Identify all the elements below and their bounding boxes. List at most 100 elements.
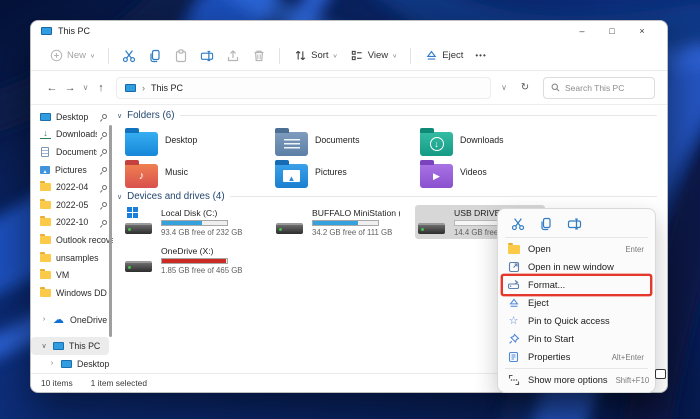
breadcrumb-chevron-icon: › — [142, 83, 145, 93]
cut-icon — [122, 49, 136, 63]
menu-item-pin-to-quick-access[interactable]: ☆ Pin to Quick access — [503, 312, 650, 330]
folder-tile-pictures[interactable]: ▲ Pictures — [275, 160, 413, 192]
toolbar-divider — [410, 48, 411, 64]
drives-header-label: Devices and drives (4) — [127, 191, 224, 202]
paste-button[interactable] — [168, 45, 194, 67]
drives-section-header[interactable]: ∨ Devices and drives (4) — [117, 191, 657, 202]
folder-tile-documents[interactable]: Documents — [275, 128, 413, 160]
folder-tile-videos[interactable]: ▶ Videos — [420, 160, 558, 192]
maximize-button[interactable]: □ — [597, 22, 627, 40]
collapse-chevron-icon[interactable]: ∨ — [40, 342, 48, 350]
drive-tile-buffalo-ministation-d[interactable]: BUFFALO MiniStation (D:) 34.2 GB free of… — [273, 205, 403, 239]
sidebar-item-vm[interactable]: VM — [31, 266, 113, 284]
address-bar: ← → ∨ ↑ › This PC ∨ ↻ — [31, 71, 667, 105]
sidebar-scrollbar[interactable] — [109, 125, 112, 337]
drive-tile-onedrive-x[interactable]: OneDrive (X:) 1.85 GB free of 465 GB — [122, 243, 252, 277]
hard-drive-icon — [125, 261, 152, 272]
forward-button[interactable]: → — [61, 78, 79, 98]
menu-item-properties[interactable]: Properties Alt+Enter — [503, 348, 650, 366]
sidebar-item-outlook-recove[interactable]: Outlook recove — [31, 231, 113, 249]
copy-button[interactable] — [535, 215, 557, 233]
breadcrumb[interactable]: › This PC — [116, 77, 491, 99]
capacity-bar — [312, 220, 379, 226]
capacity-bar — [161, 258, 228, 264]
navigation-pane: Desktop ↓ Downloads Documents ▲ Pictures — [31, 105, 113, 375]
sidebar-item-2022-04[interactable]: 2022-04 — [31, 178, 113, 196]
menu-separator — [505, 368, 648, 369]
menu-item-open[interactable]: Open Enter — [503, 240, 650, 258]
sidebar-item-desktop[interactable]: Desktop — [31, 108, 113, 126]
share-icon — [226, 49, 240, 63]
folder-tile-downloads[interactable]: ↓ Downloads — [420, 128, 558, 160]
eject-button[interactable]: Eject — [418, 45, 469, 67]
sidebar-item-windows-dd[interactable]: Windows DD — [31, 284, 113, 302]
pin-icon — [101, 148, 108, 155]
sidebar-item-this-pc[interactable]: ∨ This PC — [31, 337, 109, 355]
chevron-down-icon: ∨ — [392, 52, 397, 58]
new-button[interactable]: New ∨ — [43, 45, 101, 67]
folders-section-header[interactable]: ∨ Folders (6) — [117, 110, 657, 121]
folders-header-label: Folders (6) — [127, 110, 174, 121]
copy-button[interactable] — [142, 45, 168, 67]
new-window-icon — [507, 261, 520, 273]
share-button[interactable] — [220, 45, 246, 67]
sidebar-item-documents[interactable]: Documents — [31, 143, 113, 161]
sort-button[interactable]: Sort ∨ — [287, 45, 344, 67]
address-dropdown-chevron[interactable]: ∨ — [497, 78, 511, 98]
folder-icon — [40, 271, 51, 279]
drive-tile-local-disk-c[interactable]: Local Disk (C:) 93.4 GB free of 232 GB — [122, 205, 252, 239]
rename-button[interactable] — [194, 45, 220, 67]
section-chevron-icon[interactable]: ∨ — [117, 193, 122, 201]
refresh-button[interactable]: ↻ — [515, 78, 535, 98]
minimize-button[interactable]: – — [567, 22, 597, 40]
folder-tile-music[interactable]: ♪ Music — [125, 160, 263, 192]
sidebar-item-2022-05[interactable]: 2022-05 — [31, 196, 113, 214]
search-box[interactable] — [543, 77, 655, 99]
sort-label: Sort — [311, 50, 328, 61]
downloads-folder-icon: ↓ — [420, 132, 453, 156]
delete-button[interactable] — [246, 45, 272, 67]
close-button[interactable]: × — [627, 22, 657, 40]
pin-icon — [101, 184, 108, 191]
view-button[interactable]: View ∨ — [344, 45, 404, 67]
section-chevron-icon[interactable]: ∨ — [117, 112, 122, 120]
pin-icon — [101, 219, 108, 226]
downloads-icon: ↓ — [40, 129, 51, 139]
back-button[interactable]: ← — [43, 78, 61, 98]
rename-button[interactable] — [563, 215, 585, 233]
menu-item-show-more-options[interactable]: Show more options Shift+F10 — [503, 371, 650, 389]
cut-button[interactable] — [507, 215, 529, 233]
videos-folder-icon: ▶ — [420, 164, 453, 188]
desktop-icon — [61, 360, 72, 368]
sidebar-item-onedrive[interactable]: › ☁ OneDrive - Perso — [31, 311, 109, 329]
desktop-folder-icon — [125, 132, 158, 156]
overlay-square-icon — [655, 369, 666, 379]
copy-icon — [148, 49, 162, 63]
sidebar-item-downloads[interactable]: ↓ Downloads — [31, 126, 113, 144]
trash-icon — [252, 49, 266, 63]
breadcrumb-this-pc[interactable]: This PC — [151, 83, 183, 93]
sidebar-item-this-pc-desktop[interactable]: › Desktop — [31, 355, 109, 373]
folder-icon — [40, 289, 51, 297]
up-button[interactable]: ↑ — [92, 78, 110, 98]
cut-button[interactable] — [116, 45, 142, 67]
menu-item-open-in-new-window[interactable]: Open in new window — [503, 258, 650, 276]
recent-locations-chevron[interactable]: ∨ — [79, 78, 92, 98]
open-folder-icon — [508, 245, 520, 254]
this-pc-icon — [53, 342, 64, 350]
folder-tile-desktop[interactable]: Desktop — [125, 128, 263, 160]
see-more-button[interactable]: ••• — [469, 47, 492, 64]
expand-chevron-icon[interactable]: › — [40, 316, 48, 323]
command-bar: New ∨ — [31, 41, 667, 71]
title-bar: This PC – □ × — [31, 21, 667, 41]
window-title: This PC — [58, 26, 90, 36]
sidebar-item-2022-10[interactable]: 2022-10 — [31, 214, 113, 232]
expand-chevron-icon[interactable]: › — [48, 360, 56, 367]
sidebar-item-unsamples[interactable]: unsamples — [31, 249, 113, 267]
menu-item-format[interactable]: Format... — [503, 276, 650, 294]
menu-item-pin-to-start[interactable]: Pin to Start — [503, 330, 650, 348]
sidebar-item-pictures[interactable]: ▲ Pictures — [31, 161, 113, 179]
menu-item-eject[interactable]: Eject — [503, 294, 650, 312]
search-input[interactable] — [565, 83, 647, 93]
items-count: 10 items — [41, 378, 73, 388]
